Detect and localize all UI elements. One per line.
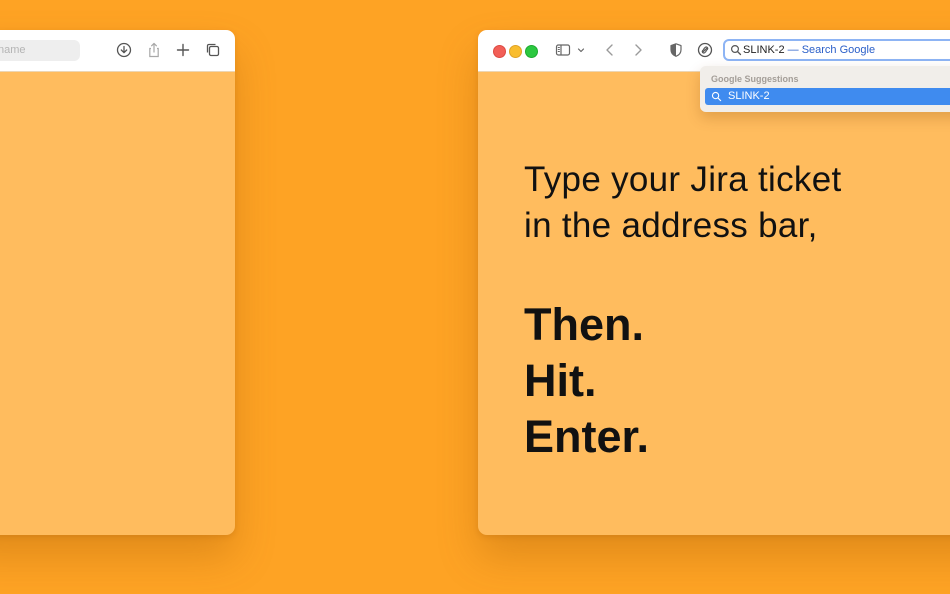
sidebar-icon[interactable] [554,41,572,59]
zoom-window-button[interactable] [525,45,538,58]
privacy-shield-icon[interactable] [667,41,685,59]
suggestion-label: SLINK-2 [728,90,770,102]
chevron-down-icon[interactable] [575,41,587,59]
search-icon [711,91,722,102]
download-icon[interactable] [115,41,133,59]
toolbar-left: name [0,30,235,72]
tabs-overview-icon[interactable] [204,41,222,59]
share-icon[interactable] [145,41,163,59]
desktop-background: name SLINK-2 — Search Google Type your J… [0,0,950,594]
address-bar[interactable]: SLINK-2 — Search Google [723,39,950,61]
instruction-line-2: in the address bar, [524,206,818,245]
search-placeholder: name [0,44,26,56]
back-icon[interactable] [601,41,619,59]
suggestions-heading: Google Suggestions [711,74,799,84]
minimize-window-button[interactable] [509,45,522,58]
extension-icon[interactable] [696,41,714,59]
step-enter: Enter. [524,411,650,462]
suggestion-item[interactable]: SLINK-2 [705,88,950,105]
address-search-hint: — Search Google [784,44,876,56]
address-query: SLINK-2 — Search Google [743,44,875,56]
plus-icon[interactable] [174,41,192,59]
instruction-line-1: Type your Jira ticket [524,160,842,199]
hero-text: Type your Jira ticket in the address bar… [524,157,842,465]
close-window-button[interactable] [493,45,506,58]
search-icon [730,44,742,56]
search-field[interactable]: name [0,40,80,61]
suggestions-dropdown: Google Suggestions SLINK-2 [700,66,950,112]
step-then: Then. [524,299,644,350]
forward-icon[interactable] [629,41,647,59]
browser-window-left: name [0,30,235,535]
step-hit: Hit. [524,355,597,406]
address-query-text: SLINK-2 [743,44,785,56]
